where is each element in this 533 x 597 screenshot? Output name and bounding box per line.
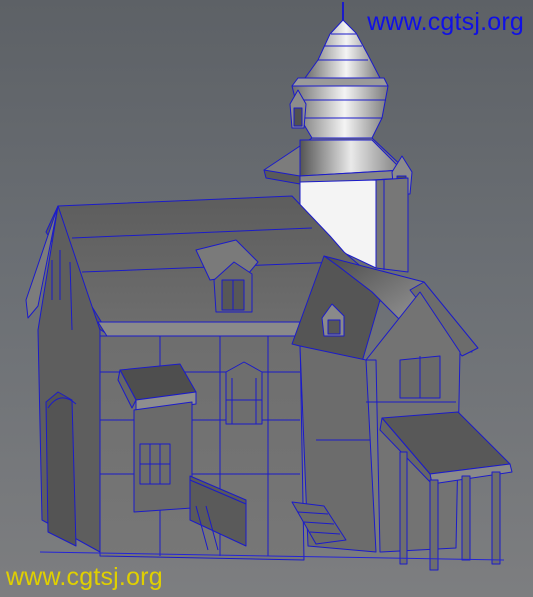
watermark-bottom-text: www.cgtsj.org bbox=[6, 563, 163, 591]
house-model-render[interactable] bbox=[0, 0, 533, 597]
watermark-top-text: www.cgtsj.org bbox=[367, 8, 524, 36]
front-window bbox=[225, 361, 263, 425]
3d-viewport[interactable]: www.cgtsj.org www.cgtsj.org bbox=[0, 0, 533, 597]
